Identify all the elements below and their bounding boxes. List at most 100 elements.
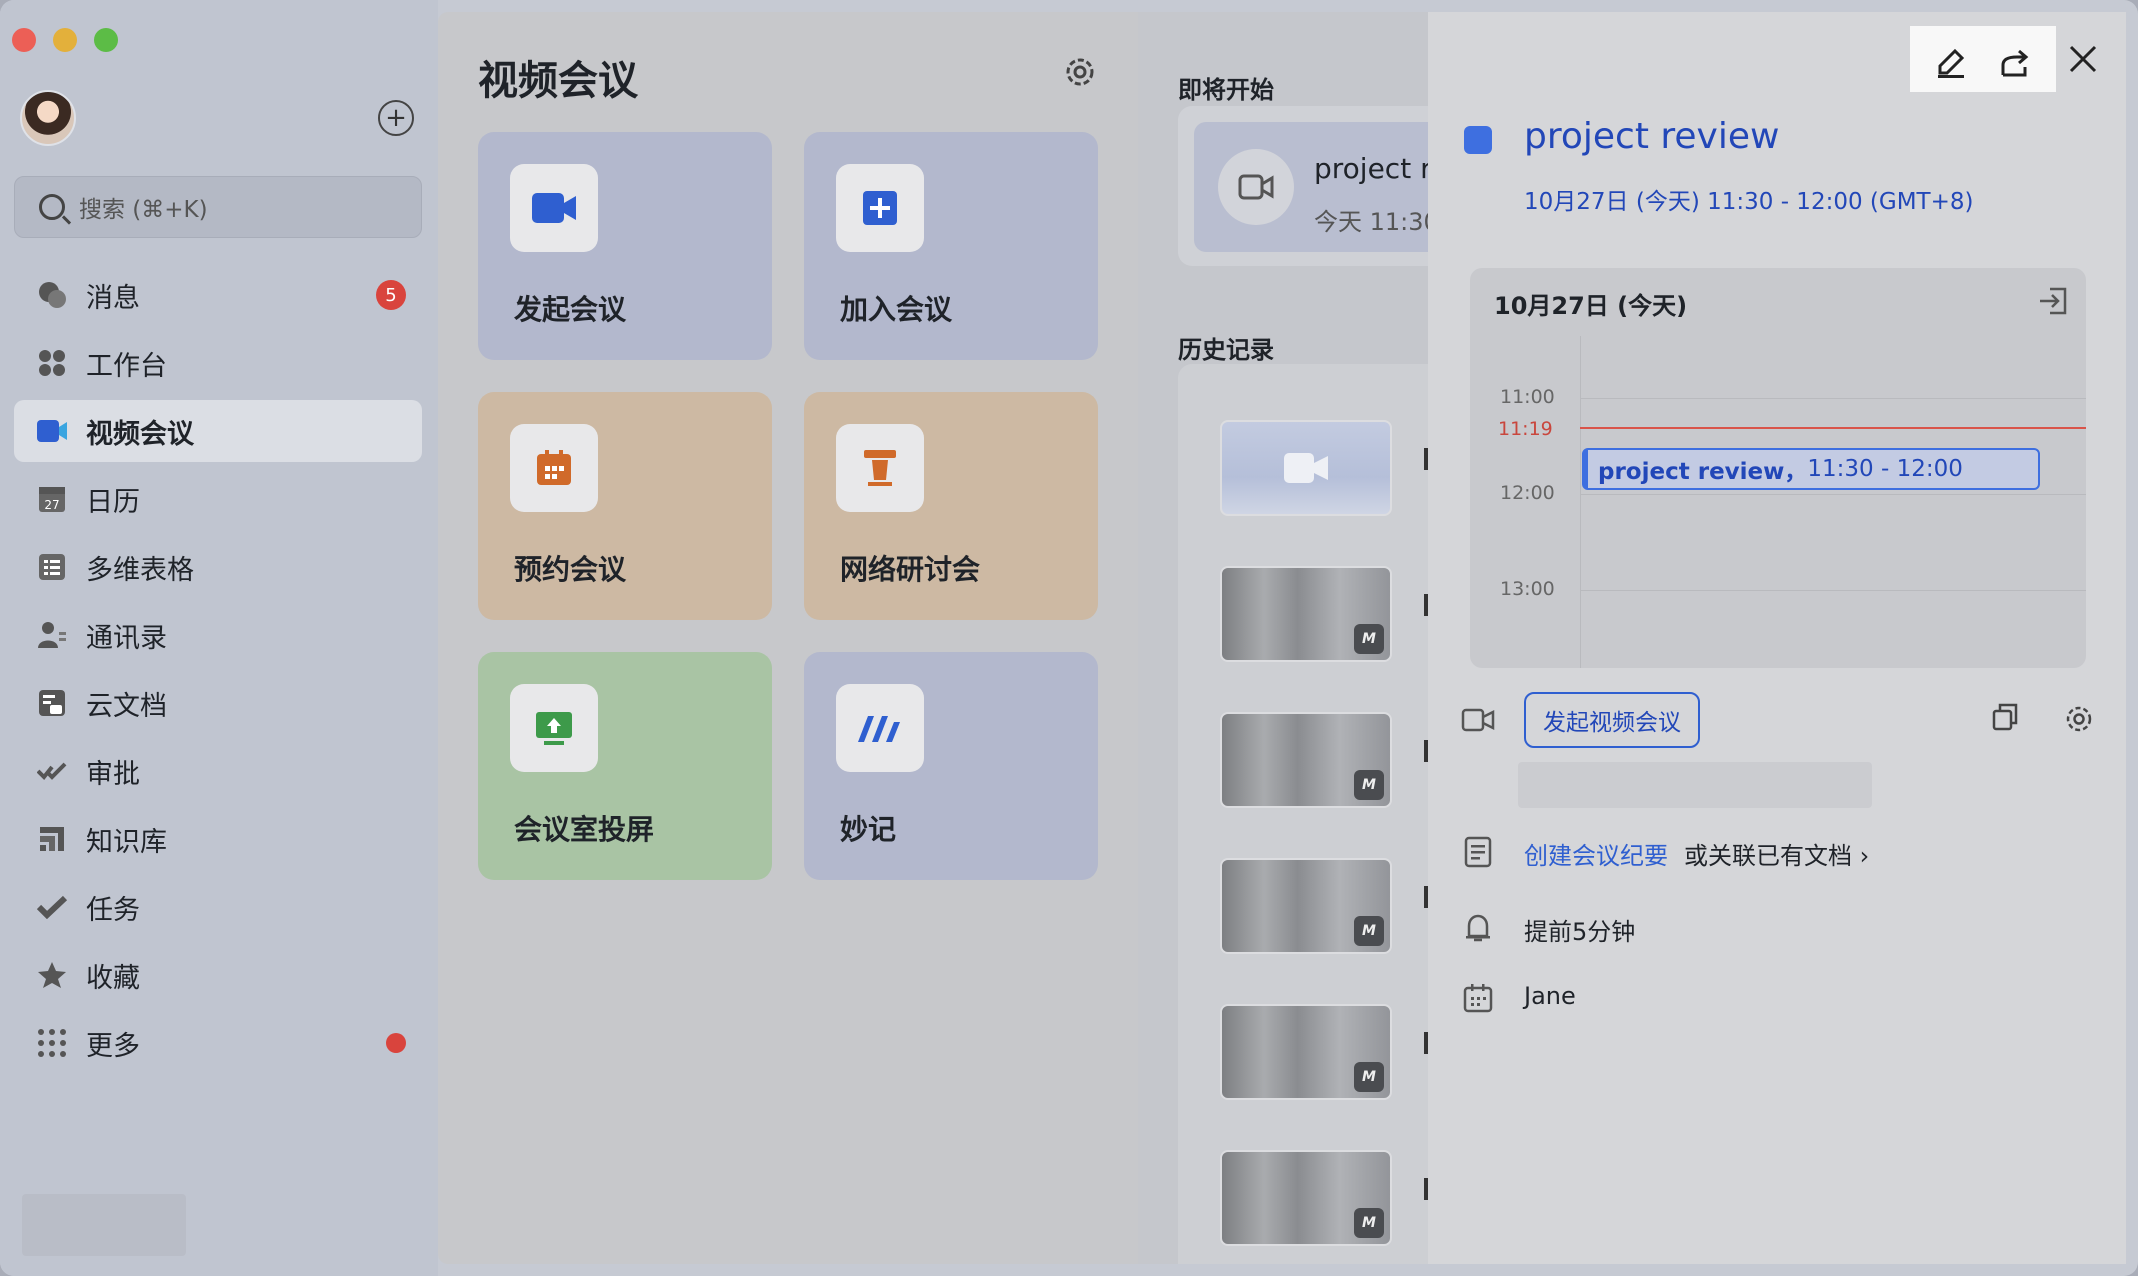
start-video-meeting-button[interactable]: 发起视频会议: [1524, 692, 1700, 748]
tile-label: 发起会议: [514, 293, 627, 326]
screen-share-icon: [510, 684, 598, 772]
timeline-event-title: project review，: [1598, 459, 1808, 485]
upcoming-meeting-inner: project re 今天 11:30: [1194, 122, 1428, 252]
sidebar-item-messages[interactable]: 消息 5: [14, 264, 422, 326]
avatar[interactable]: [20, 90, 76, 146]
timeline-event-time: 11:30 - 12:00: [1807, 456, 1963, 482]
copy-icon[interactable]: [1990, 702, 2026, 738]
current-time-label: 11:19: [1498, 418, 1553, 440]
sidebar-item-label: 收藏: [86, 962, 140, 994]
join-plus-icon: [836, 164, 924, 252]
chevron-right-icon: ›: [1859, 842, 1870, 870]
edit-pencil-icon[interactable]: [1934, 46, 1968, 80]
link-existing-doc[interactable]: 或关联已有文档 ›: [1684, 836, 1869, 871]
sidebar-item-tasks[interactable]: 任务: [14, 876, 422, 938]
settings-gear-icon[interactable]: [1060, 52, 1100, 92]
video-camera-icon: [510, 164, 598, 252]
sidebar-item-wiki[interactable]: 知识库: [14, 808, 422, 870]
sidebar-item-label: 更多: [86, 1030, 140, 1062]
create-meeting-notes-link[interactable]: 创建会议纪要: [1524, 836, 1668, 871]
current-time-line: [1580, 427, 2086, 429]
meeting-link-placeholder: [1518, 762, 1872, 808]
day-timeline-card: 10月27日 (今天) 11:00 11:19 project review， …: [1470, 268, 2086, 668]
sidebar-item-workplace[interactable]: 工作台: [14, 332, 422, 394]
meeting-settings-gear-icon[interactable]: [2062, 702, 2098, 738]
close-icon[interactable]: [2066, 42, 2100, 76]
tile-label: 会议室投屏: [514, 813, 655, 846]
sidebar-item-label: 通讯录: [86, 622, 167, 654]
sidebar-item-docs[interactable]: 云文档: [14, 672, 422, 734]
window-close-button[interactable]: [12, 28, 36, 52]
approval-check-icon: [36, 755, 68, 787]
calendar-owner-name: Jane: [1524, 982, 1576, 1010]
hour-line: [1580, 494, 2086, 495]
timeline-axis: [1580, 336, 1581, 668]
bell-icon: [1460, 910, 1496, 946]
minutes-logo-icon: [836, 684, 924, 772]
document-icon: [1460, 834, 1496, 870]
tile-label: 预约会议: [514, 553, 627, 586]
contacts-icon: [36, 619, 68, 651]
upcoming-meeting-card[interactable]: project re 今天 11:30: [1178, 106, 1428, 266]
history-thumbnail[interactable]: M: [1220, 566, 1392, 662]
chat-bubbles-icon: [36, 279, 68, 311]
minutes-tile[interactable]: 妙记: [804, 652, 1098, 880]
history-thumbnail[interactable]: M: [1220, 858, 1392, 954]
sidebar-item-label: 多维表格: [86, 554, 194, 586]
add-button[interactable]: +: [378, 100, 414, 136]
search-input[interactable]: 搜索 (⌘+K): [14, 176, 422, 238]
hour-label: 12:00: [1500, 482, 1555, 504]
plus-icon: +: [385, 103, 407, 133]
sidebar-item-calendar[interactable]: 27 日历: [14, 468, 422, 530]
sidebar-item-label: 视频会议: [86, 418, 194, 450]
history-thumbnail[interactable]: M: [1220, 1150, 1392, 1246]
minutes-badge-icon: M: [1354, 624, 1384, 654]
grid-icon: [36, 347, 68, 379]
calendar-icon: 27: [36, 483, 68, 515]
history-thumbnail[interactable]: M: [1220, 712, 1392, 808]
join-meeting-tile[interactable]: 加入会议: [804, 132, 1098, 360]
minutes-badge-icon: M: [1354, 1208, 1384, 1238]
sidebar-item-label: 审批: [86, 758, 140, 790]
event-color-chip: [1464, 126, 1492, 154]
hour-label: 13:00: [1500, 578, 1555, 600]
sidebar-item-label: 知识库: [86, 826, 167, 858]
webinar-tile[interactable]: 网络研讨会: [804, 392, 1098, 620]
open-calendar-icon[interactable]: [2038, 286, 2068, 316]
minutes-badge-icon: M: [1354, 1062, 1384, 1092]
sidebar-item-label: 工作台: [86, 350, 167, 382]
video-meeting-home: 视频会议 发起会议 加入会议 预约会议 网络研讨会 会议室投屏 妙记: [438, 12, 1138, 1264]
upcoming-section-title: 即将开始: [1178, 76, 1274, 104]
tile-label: 加入会议: [840, 293, 953, 326]
sidebar-item-bitable[interactable]: 多维表格: [14, 536, 422, 598]
timeline-event-block[interactable]: project review， 11:30 - 12:00: [1582, 448, 2040, 490]
history-thumbnail[interactable]: M: [1220, 1004, 1392, 1100]
history-thumbnail[interactable]: [1220, 420, 1392, 516]
tile-label: 网络研讨会: [840, 553, 981, 586]
sidebar-item-favorites[interactable]: 收藏: [14, 944, 422, 1006]
window-zoom-button[interactable]: [94, 28, 118, 52]
room-casting-tile[interactable]: 会议室投屏: [478, 652, 772, 880]
event-title: project review: [1524, 116, 1780, 157]
window-minimize-button[interactable]: [53, 28, 77, 52]
docs-icon: [36, 687, 68, 719]
reminder-text[interactable]: 提前5分钟: [1524, 912, 1635, 947]
podium-icon: [836, 424, 924, 512]
page-title: 视频会议: [478, 58, 638, 104]
link-existing-doc-label: 或关联已有文档: [1684, 842, 1852, 870]
meeting-list-panel: 即将开始 project re 今天 11:30 历史记录 M M M M M: [1138, 12, 1428, 1264]
history-list: M M M M M: [1178, 364, 1428, 1264]
calendar-icon: [1460, 980, 1496, 1016]
hour-line: [1580, 590, 2086, 591]
minutes-badge-icon: M: [1354, 770, 1384, 800]
sidebar-item-video-meeting[interactable]: 视频会议: [14, 400, 422, 462]
hour-line: [1580, 398, 2086, 399]
task-check-icon: [36, 891, 68, 923]
start-meeting-tile[interactable]: 发起会议: [478, 132, 772, 360]
calendar-icon-day: 27: [44, 498, 59, 512]
schedule-meeting-tile[interactable]: 预约会议: [478, 392, 772, 620]
sidebar-item-approval[interactable]: 审批: [14, 740, 422, 802]
sidebar-item-contacts[interactable]: 通讯录: [14, 604, 422, 666]
share-icon[interactable]: [1998, 46, 2032, 80]
sidebar-item-more[interactable]: 更多: [14, 1012, 422, 1074]
